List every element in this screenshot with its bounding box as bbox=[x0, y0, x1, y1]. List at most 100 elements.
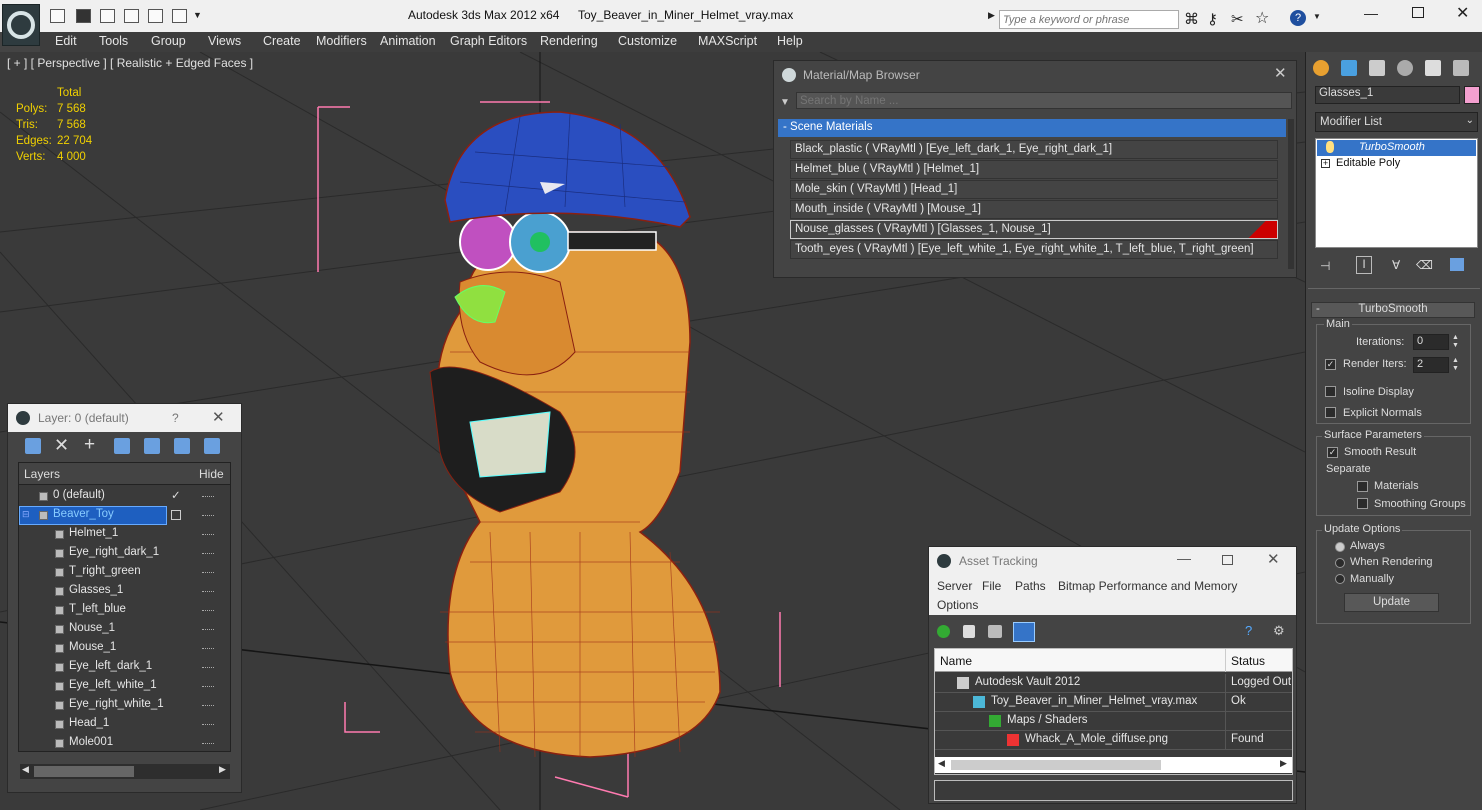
highlight-layer-icon[interactable] bbox=[144, 438, 160, 454]
material-item[interactable]: Mole_skin ( VRayMtl ) [Head_1] bbox=[790, 180, 1278, 199]
explicit-normals-checkbox[interactable] bbox=[1325, 407, 1336, 418]
set-current-icon[interactable] bbox=[171, 510, 181, 520]
asset-row[interactable]: Whack_A_Mole_diffuse.png Found bbox=[935, 731, 1292, 750]
hide-toggle[interactable] bbox=[202, 610, 214, 612]
hide-toggle[interactable] bbox=[202, 591, 214, 593]
layer-row[interactable]: 0 (default) ✓ bbox=[19, 487, 230, 506]
table-view-icon[interactable] bbox=[1013, 622, 1035, 642]
redo-icon[interactable] bbox=[124, 9, 139, 23]
material-item[interactable]: Helmet_blue ( VRayMtl ) [Helmet_1] bbox=[790, 160, 1278, 179]
hold-icon[interactable] bbox=[148, 9, 163, 23]
layer-row[interactable]: T_right_green bbox=[19, 563, 230, 582]
materials-checkbox[interactable] bbox=[1357, 481, 1368, 492]
current-layer-check-icon[interactable]: ✓ bbox=[171, 488, 181, 502]
search-expand-icon[interactable]: ▶ bbox=[988, 10, 998, 24]
show-end-result-icon[interactable]: I bbox=[1356, 256, 1372, 274]
asset-scroll-thumb[interactable] bbox=[951, 760, 1161, 770]
asset-row[interactable]: Maps / Shaders bbox=[935, 712, 1292, 731]
hide-toggle[interactable] bbox=[202, 648, 214, 650]
modify-tab-icon[interactable] bbox=[1341, 60, 1357, 76]
layer-row[interactable]: Nouse_1 bbox=[19, 620, 230, 639]
hide-toggle[interactable] bbox=[202, 686, 214, 688]
save-icon[interactable] bbox=[76, 9, 91, 23]
refresh-icon[interactable] bbox=[937, 625, 950, 638]
binoculars-icon[interactable]: ⌘ bbox=[1184, 10, 1199, 28]
hide-toggle[interactable] bbox=[202, 705, 214, 707]
iterations-spinner-arrows[interactable]: ▲ ▼ bbox=[1452, 334, 1459, 350]
layer-row[interactable]: Eye_right_dark_1 bbox=[19, 544, 230, 563]
menu-tools[interactable]: Tools bbox=[99, 34, 128, 48]
iterations-spinner[interactable]: 0 bbox=[1413, 334, 1449, 350]
layer-row[interactable]: Eye_right_white_1 bbox=[19, 696, 230, 715]
menu-customize[interactable]: Customize bbox=[618, 34, 677, 48]
stack-item-turbosmooth[interactable]: TurboSmooth bbox=[1317, 140, 1476, 156]
scroll-left-icon[interactable]: ◀ bbox=[22, 764, 29, 775]
qa-dropdown-icon[interactable]: ▼ bbox=[193, 10, 202, 20]
hide-toggle[interactable] bbox=[202, 515, 214, 517]
remove-modifier-icon[interactable]: ⌫ bbox=[1416, 258, 1433, 272]
render-iters-checkbox[interactable]: ✓ bbox=[1325, 359, 1336, 370]
vault-help-icon[interactable]: ? bbox=[1245, 623, 1252, 638]
menu-help[interactable]: Help bbox=[777, 34, 803, 48]
minimize-button[interactable]: — bbox=[1364, 5, 1378, 21]
hide-toggle[interactable] bbox=[202, 743, 214, 745]
motion-tab-icon[interactable] bbox=[1397, 60, 1413, 76]
configure-sets-icon[interactable] bbox=[1450, 258, 1464, 271]
manually-radio[interactable] bbox=[1335, 574, 1345, 584]
asset-row[interactable]: Autodesk Vault 2012 Logged Out bbox=[935, 674, 1292, 693]
layer-close-button[interactable]: ✕ bbox=[212, 408, 225, 426]
asset-menu-options[interactable]: Options bbox=[937, 598, 978, 612]
material-browser-close-button[interactable]: ✕ bbox=[1274, 64, 1287, 82]
layer-row[interactable]: ⊟ Beaver_Toy bbox=[19, 506, 230, 525]
when-rendering-radio[interactable] bbox=[1335, 558, 1345, 568]
expand-icon[interactable]: + bbox=[1321, 159, 1330, 168]
asset-row[interactable]: Toy_Beaver_in_Miner_Helmet_vray.max Ok bbox=[935, 693, 1292, 712]
stack-item-editable-poly[interactable]: Editable Poly bbox=[1336, 157, 1400, 169]
asset-scroll-right-icon[interactable]: ▶ bbox=[1280, 758, 1287, 769]
isoline-checkbox[interactable] bbox=[1325, 386, 1336, 397]
tools-icon[interactable]: ✂ bbox=[1231, 10, 1244, 28]
asset-maximize-button[interactable] bbox=[1222, 555, 1233, 565]
menu-modifiers[interactable]: Modifiers bbox=[316, 34, 367, 48]
vault-settings-icon[interactable]: ⚙ bbox=[1273, 623, 1285, 639]
new-file-icon[interactable] bbox=[50, 9, 65, 23]
tree-view-icon[interactable] bbox=[988, 625, 1002, 638]
hide-toggle[interactable] bbox=[202, 667, 214, 669]
scroll-right-icon[interactable]: ▶ bbox=[219, 764, 226, 775]
pin-stack-icon[interactable]: ⊣ bbox=[1320, 259, 1330, 273]
layer-row[interactable]: Mole001 bbox=[19, 734, 230, 753]
layer-row[interactable]: Helmet_1 bbox=[19, 525, 230, 544]
modifier-list-dropdown[interactable]: Modifier List ⌄ bbox=[1315, 112, 1478, 132]
menu-maxscript[interactable]: MAXScript bbox=[698, 34, 757, 48]
layer-row[interactable]: Mouse_1 bbox=[19, 639, 230, 658]
utilities-tab-icon[interactable] bbox=[1453, 60, 1469, 76]
asset-menu-file[interactable]: File bbox=[982, 579, 1001, 593]
asset-close-button[interactable]: ✕ bbox=[1267, 550, 1280, 568]
menu-graph-editors[interactable]: Graph Editors bbox=[450, 34, 527, 48]
bulb-icon[interactable] bbox=[1326, 141, 1334, 153]
hide-column-header[interactable]: Hide bbox=[199, 467, 224, 481]
maximize-button[interactable] bbox=[1412, 7, 1424, 18]
hide-toggle[interactable] bbox=[202, 496, 214, 498]
menu-create[interactable]: Create bbox=[263, 34, 301, 48]
object-name-field[interactable]: Glasses_1 bbox=[1315, 86, 1460, 104]
star-icon[interactable]: ☆ bbox=[1255, 8, 1269, 28]
asset-name-header[interactable]: Name bbox=[940, 654, 972, 668]
close-button[interactable]: ✕ bbox=[1456, 3, 1469, 23]
help-dropdown-icon[interactable]: ▼ bbox=[1313, 12, 1321, 21]
key-icon[interactable]: ⚷ bbox=[1207, 10, 1218, 28]
layer-help-button[interactable]: ? bbox=[172, 411, 179, 425]
collapse-icon[interactable]: ⊟ bbox=[22, 509, 30, 520]
create-tab-icon[interactable] bbox=[1313, 60, 1329, 76]
display-tab-icon[interactable] bbox=[1425, 60, 1441, 76]
layer-scroll-thumb[interactable] bbox=[34, 766, 134, 777]
material-item[interactable]: Tooth_eyes ( VRayMtl ) [Eye_left_white_1… bbox=[790, 240, 1278, 259]
hide-all-icon[interactable] bbox=[174, 438, 190, 454]
hide-toggle[interactable] bbox=[202, 553, 214, 555]
smooth-result-checkbox[interactable]: ✓ bbox=[1327, 447, 1338, 458]
app-logo[interactable] bbox=[2, 4, 40, 46]
layer-row[interactable]: Eye_left_dark_1 bbox=[19, 658, 230, 677]
search-input[interactable] bbox=[999, 10, 1179, 29]
asset-menu-server[interactable]: Server bbox=[937, 579, 972, 593]
hide-toggle[interactable] bbox=[202, 724, 214, 726]
